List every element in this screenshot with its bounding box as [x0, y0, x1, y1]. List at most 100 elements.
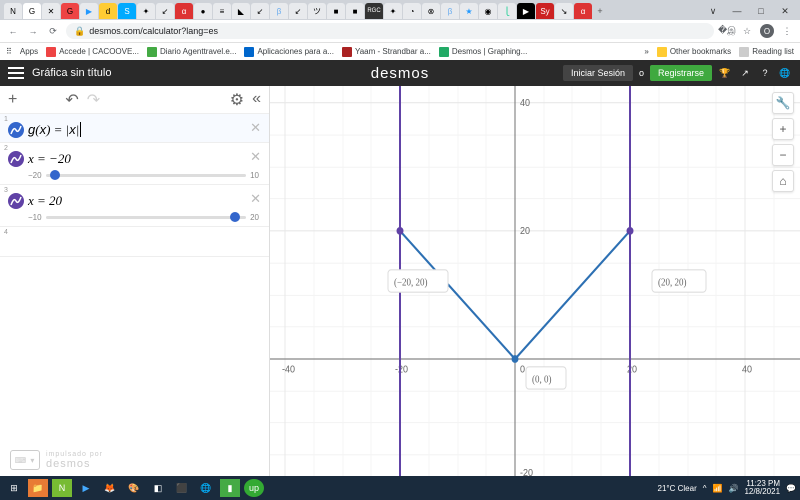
window-minimize[interactable]: — [726, 3, 748, 19]
bookmark-item[interactable]: Aplicaciones para a... [244, 47, 334, 57]
expression-item[interactable]: 3 ✕ x = 20 −10 20 [0, 185, 269, 227]
taskbar-app[interactable]: ◧ [148, 479, 168, 497]
graph-canvas[interactable]: -40 -20 0 20 40 20 40 -20 (−20, 20) (20,… [270, 86, 800, 476]
browser-tab[interactable]: β [441, 3, 459, 19]
browser-tab[interactable]: ツ [308, 3, 326, 19]
slider-min[interactable]: −20 [28, 171, 42, 180]
bookmark-item[interactable]: Desmos | Graphing... [439, 47, 527, 57]
forward-icon[interactable]: → [26, 24, 40, 38]
volume-icon[interactable]: 🔊 [728, 484, 738, 493]
language-icon[interactable]: 🌐 [778, 66, 792, 80]
address-bar[interactable]: 🔒 desmos.com/calculator?lang=es [66, 23, 714, 39]
browser-tab[interactable]: ✕ [42, 3, 60, 19]
new-tab-button[interactable]: + [593, 4, 607, 18]
browser-tab[interactable]: ▶ [80, 3, 98, 19]
help-icon[interactable]: ? [758, 66, 772, 80]
close-icon[interactable]: ✕ [250, 120, 261, 136]
zoom-in-button[interactable]: + [772, 118, 794, 140]
expression-formula[interactable]: g(x) = |x| [28, 122, 259, 138]
window-maximize[interactable]: □ [750, 3, 772, 19]
browser-tab[interactable]: ■ [327, 3, 345, 19]
taskbar-app[interactable]: ⬛ [172, 479, 192, 497]
profile-avatar[interactable]: O [760, 24, 774, 38]
share-icon[interactable]: ↗ [738, 66, 752, 80]
weather-widget[interactable]: 21°C Clear [658, 484, 697, 493]
menu-icon[interactable] [8, 67, 24, 79]
expression-formula[interactable]: x = 20 [28, 193, 259, 209]
close-icon[interactable]: ✕ [250, 149, 261, 165]
redo-icon[interactable]: ↷ [87, 90, 100, 110]
start-button[interactable]: ⊞ [4, 479, 24, 497]
bookmark-item[interactable]: Accede | CACOOVE... [46, 47, 139, 57]
browser-tab[interactable]: α [574, 3, 592, 19]
expression-item[interactable]: 1 ✕ g(x) = |x| [0, 114, 269, 143]
settings-icon[interactable]: ⚙ [230, 90, 244, 110]
browser-tab[interactable]: Sy [536, 3, 554, 19]
login-button[interactable]: Iniciar Sesión [563, 65, 633, 81]
collapse-icon[interactable]: « [252, 90, 261, 110]
expression-item-empty[interactable]: 4 [0, 227, 269, 257]
apps-label[interactable]: Apps [20, 47, 38, 56]
browser-tab[interactable]: ◣ [232, 3, 250, 19]
taskbar-app[interactable]: 🦊 [100, 479, 120, 497]
taskbar-app[interactable]: up [244, 479, 264, 497]
expression-color-icon[interactable] [8, 122, 24, 138]
browser-tab[interactable]: G [61, 3, 79, 19]
share-icon[interactable]: �இ [720, 24, 734, 38]
browser-tab[interactable]: α [175, 3, 193, 19]
notifications-icon[interactable]: 💬 [786, 484, 796, 493]
taskbar-app[interactable]: ▶ [76, 479, 96, 497]
browser-tab[interactable]: ◉ [479, 3, 497, 19]
taskbar-app[interactable]: ▮ [220, 479, 240, 497]
close-icon[interactable]: ✕ [250, 191, 261, 207]
browser-tab[interactable]: S [118, 3, 136, 19]
browser-tab[interactable]: ⎩ [498, 3, 516, 19]
slider-max[interactable]: 20 [250, 213, 259, 222]
browser-tab[interactable]: ↙ [156, 3, 174, 19]
browser-tab[interactable]: ⊗ [422, 3, 440, 19]
browser-tab[interactable]: ✦ [384, 3, 402, 19]
taskbar-app[interactable]: N [52, 479, 72, 497]
browser-tab[interactable]: RGC [365, 3, 383, 19]
browser-tab[interactable]: ≡ [213, 3, 231, 19]
wrench-icon[interactable]: 🔧 [772, 92, 794, 114]
browser-tab[interactable]: ↙ [289, 3, 307, 19]
bookmark-item[interactable]: Yaam - Strandbar a... [342, 47, 431, 57]
star-icon[interactable]: ☆ [740, 24, 754, 38]
browser-tab[interactable]: ■ [346, 3, 364, 19]
browser-tab-active[interactable]: G [23, 3, 41, 19]
menu-icon[interactable]: ⋮ [780, 24, 794, 38]
browser-tab[interactable]: ✦ [137, 3, 155, 19]
expression-color-icon[interactable] [8, 151, 24, 167]
apps-icon[interactable]: ⠿ [6, 47, 12, 56]
reading-list[interactable]: Reading list [739, 47, 794, 57]
home-icon[interactable]: ⌂ [772, 170, 794, 192]
other-bookmarks[interactable]: Other bookmarks [657, 47, 731, 57]
add-expression-button[interactable]: + [8, 91, 17, 109]
window-close[interactable]: ✕ [774, 3, 796, 19]
slider-track[interactable] [46, 216, 247, 219]
back-icon[interactable]: ← [6, 24, 20, 38]
zoom-out-button[interactable]: − [772, 144, 794, 166]
graph-title[interactable]: Gráfica sin título [32, 67, 111, 79]
taskbar-app[interactable]: 🌐 [196, 479, 216, 497]
expression-color-icon[interactable] [8, 193, 24, 209]
bookmark-overflow[interactable]: » [644, 47, 648, 56]
slider-max[interactable]: 10 [250, 171, 259, 180]
slider-track[interactable] [46, 174, 247, 177]
taskbar-app[interactable]: 📁 [28, 479, 48, 497]
wifi-icon[interactable]: 📶 [713, 484, 723, 493]
bookmark-item[interactable]: Diario Agenttravel.e... [147, 47, 236, 57]
browser-tab[interactable]: β [270, 3, 288, 19]
browser-tab[interactable]: N [4, 3, 22, 19]
browser-tab[interactable]: ● [194, 3, 212, 19]
trophy-icon[interactable]: 🏆 [718, 66, 732, 80]
keyboard-button[interactable]: ⌨ ▾ [10, 450, 40, 470]
browser-tab[interactable]: ▶ [517, 3, 535, 19]
taskbar-app[interactable]: 🎨 [124, 479, 144, 497]
system-clock[interactable]: 11:23 PM 12/8/2021 [744, 480, 780, 496]
slider-min[interactable]: −10 [28, 213, 42, 222]
browser-tab[interactable]: d [99, 3, 117, 19]
browser-tab[interactable]: ↘ [555, 3, 573, 19]
browser-tab[interactable]: ↙ [251, 3, 269, 19]
